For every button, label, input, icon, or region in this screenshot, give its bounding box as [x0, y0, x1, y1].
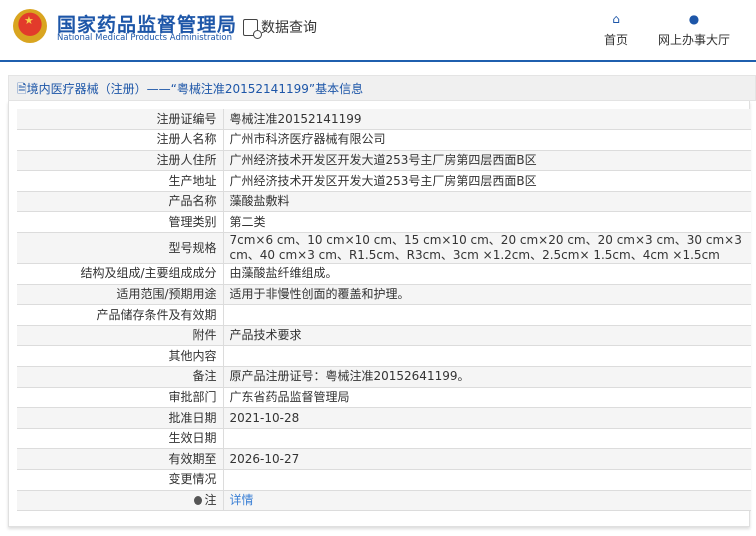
row-label-text: 审批部门	[168, 389, 217, 404]
row-value: 7cm×6 cm、10 cm×10 cm、15 cm×10 cm、20 cm×2…	[223, 232, 751, 265]
row-label: 附件	[17, 325, 224, 347]
row-label: 管理类别	[17, 211, 224, 234]
data-query-link[interactable]: 数据查询	[243, 17, 317, 39]
table-row: 审批部门 广东省药品监督管理局	[17, 387, 751, 409]
row-value	[223, 304, 751, 326]
row-label: 审批部门	[17, 387, 224, 409]
table-row: 注册证编号 粤械注准20152141199	[17, 109, 751, 131]
row-label-text: 适用范围/预期用途	[116, 286, 217, 301]
row-label: 产品名称	[17, 191, 224, 213]
row-value: 广州市科济医疗器械有限公司	[223, 129, 751, 151]
nav-online-hall-label: 网上办事大厅	[658, 33, 731, 47]
table-row: 注册人住所 广州经济技术开发区开发大道253号主厂房第四层西面B区	[17, 150, 751, 172]
row-value: 第二类	[223, 211, 751, 234]
row-value: 2021-10-28	[223, 407, 751, 429]
row-label: 变更情况	[17, 469, 224, 491]
row-label-text: 注册人名称	[156, 132, 217, 147]
table-row: 批准日期 2021-10-28	[17, 407, 751, 429]
row-label: 型号规格	[17, 232, 224, 265]
site-subtitle: National Medical Products Administration	[57, 33, 232, 43]
row-label: 备注	[17, 366, 224, 388]
table-row: 产品名称 藻酸盐敷料	[17, 191, 751, 213]
row-label-text: 其他内容	[168, 348, 217, 363]
row-value: 适用于非慢性创面的覆盖和护理。	[223, 284, 751, 306]
row-label-text: 备注	[192, 369, 217, 384]
row-value: 藻酸盐敷料	[223, 191, 751, 213]
table-row: 结构及组成/主要组成成分 由藻酸盐纤维组成。	[17, 263, 751, 285]
row-value[interactable]: 详情	[223, 490, 751, 512]
row-label: 注	[17, 490, 224, 512]
national-emblem-logo	[13, 9, 47, 43]
table-row: 变更情况	[17, 469, 751, 491]
row-value: 广州经济技术开发区开发大道253号主厂房第四层西面B区	[223, 170, 751, 192]
table-row: 型号规格 7cm×6 cm、10 cm×10 cm、15 cm×10 cm、20 …	[17, 232, 751, 265]
row-value: 粤械注准20152141199	[223, 109, 751, 131]
detail-panel: 注册证编号 粤械注准20152141199 注册人名称 广州市科济医疗器械有限公司 注册…	[8, 101, 751, 527]
data-query-label: 数据查询	[261, 20, 317, 36]
row-value: 由藻酸盐纤维组成。	[223, 263, 751, 285]
row-value	[223, 345, 751, 368]
row-label: 生效日期	[17, 428, 224, 450]
row-label-text: 注册证编号	[156, 111, 217, 126]
row-label: 注册人名称	[17, 129, 224, 151]
row-label: 批准日期	[17, 407, 224, 429]
row-label-text: 产品储存条件及有效期	[96, 307, 217, 322]
table-row: 注详情	[17, 490, 751, 512]
table-row: 附件 产品技术要求	[17, 325, 751, 347]
document-icon: 🗎	[17, 82, 27, 96]
row-label: 结构及组成/主要组成成分	[17, 263, 224, 285]
page-title-text: 境内医疗器械（注册）——“粤械注准20152141199”基本信息	[26, 82, 364, 96]
row-label: 注册人住所	[17, 150, 224, 172]
row-label-text: 结构及组成/主要组成成分	[80, 266, 217, 281]
nav-online-hall[interactable]: ● 网上办事大厅	[658, 12, 730, 48]
nav-home-label: 首页	[604, 33, 629, 47]
row-label-text: 注	[204, 492, 217, 507]
row-label: 产品储存条件及有效期	[17, 304, 224, 326]
table-row: 产品储存条件及有效期	[17, 304, 751, 326]
row-value: 广东省药品监督管理局	[223, 387, 751, 409]
row-label: 注册证编号	[17, 109, 224, 131]
user-icon: ●	[688, 12, 700, 26]
table-row: 管理类别 第二类	[17, 211, 751, 234]
row-value: 产品技术要求	[223, 325, 751, 347]
nav-home[interactable]: ⌂ 首页	[604, 12, 628, 48]
pin-icon	[194, 495, 203, 505]
site-header: 国家药品监督管理局 National Medical Products Admi…	[0, 0, 756, 62]
table-row: 生产地址 广州经济技术开发区开发大道253号主厂房第四层西面B区	[17, 170, 751, 192]
row-label: 其他内容	[17, 345, 224, 368]
row-label-text: 附件	[192, 328, 217, 343]
row-label-text: 型号规格	[168, 240, 217, 255]
table-row: 注册人名称 广州市科济医疗器械有限公司	[17, 129, 751, 151]
home-icon: ⌂	[612, 12, 620, 26]
row-label-text: 生产地址	[168, 173, 217, 188]
row-label-text: 变更情况	[168, 472, 217, 487]
row-value: 原产品注册证号：粤械注准20152641199。	[223, 366, 751, 388]
row-label: 有效期至	[17, 448, 224, 470]
table-row: 有效期至 2026-10-27	[17, 448, 751, 470]
row-label: 适用范围/预期用途	[17, 284, 224, 306]
table-row: 适用范围/预期用途 适用于非慢性创面的覆盖和护理。	[17, 284, 751, 306]
row-value	[223, 428, 751, 450]
row-label-text: 管理类别	[168, 214, 217, 229]
row-label-text: 产品名称	[168, 194, 217, 209]
table-row: 生效日期	[17, 428, 751, 450]
document-search-icon	[243, 18, 262, 39]
table-row: 其他内容	[17, 345, 751, 368]
row-label-text: 批准日期	[168, 410, 217, 425]
row-label-text: 有效期至	[168, 451, 217, 466]
row-label: 生产地址	[17, 170, 224, 192]
row-label-text: 注册人住所	[156, 152, 217, 167]
row-value: 2026-10-27	[223, 448, 751, 470]
table-row: 备注 原产品注册证号：粤械注准20152641199。	[17, 366, 751, 388]
row-value	[223, 469, 751, 491]
detail-table: 注册证编号 粤械注准20152141199 注册人名称 广州市科济医疗器械有限公司 注册…	[17, 109, 751, 512]
page-title: 🗎境内医疗器械（注册）——“粤械注准20152141199”基本信息	[8, 75, 756, 101]
row-value: 广州经济技术开发区开发大道253号主厂房第四层西面B区	[223, 150, 751, 172]
row-label-text: 生效日期	[168, 431, 217, 446]
